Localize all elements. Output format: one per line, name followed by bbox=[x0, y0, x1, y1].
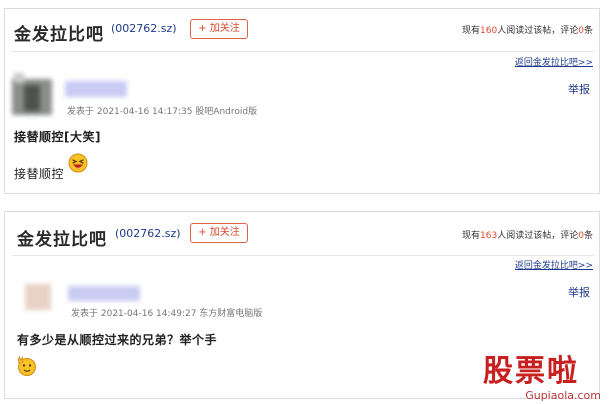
post-card: 金发拉比吧 (002762.sz) + 加关注 现有160人阅读过该帖，评论0条… bbox=[4, 8, 600, 194]
forum-title[interactable]: 金发拉比吧 bbox=[17, 225, 107, 250]
divider bbox=[12, 51, 594, 52]
post-header: 金发拉比吧 (002762.sz) + 加关注 现有163人阅读过该帖，评论0条 bbox=[5, 212, 599, 254]
watermark-text: 股票啦 bbox=[483, 354, 579, 389]
follow-button[interactable]: + 加关注 bbox=[190, 19, 248, 39]
reader-count: 160 bbox=[480, 26, 498, 36]
laughing-emoji-icon bbox=[68, 153, 88, 173]
post-title: 接替顺控[大笑] bbox=[14, 130, 101, 144]
watermark-logo: 股票啦 Gupiaola.com bbox=[483, 346, 601, 402]
reader-count-text: 现有160人阅读过该帖，评论0条 bbox=[462, 26, 593, 36]
post-title: 有多少是从顺控过来的兄弟？举个手 bbox=[17, 333, 218, 347]
back-to-forum-link[interactable]: 返回金发拉比吧>> bbox=[515, 258, 593, 271]
reader-count-text: 现有163人阅读过该帖，评论0条 bbox=[462, 231, 593, 241]
forum-title[interactable]: 金发拉比吧 bbox=[14, 20, 104, 45]
stock-code[interactable]: (002762.sz) bbox=[115, 227, 181, 240]
username-blurred[interactable] bbox=[68, 286, 140, 301]
post-meta: 发表于 2021-04-16 14:49:27 东方财富电脑版 bbox=[71, 309, 263, 319]
reader-count: 163 bbox=[480, 231, 498, 241]
avatar[interactable] bbox=[23, 282, 53, 312]
watermark-url: Gupiaola.com bbox=[525, 389, 601, 402]
username-blurred[interactable] bbox=[65, 81, 127, 97]
report-link[interactable]: 举报 bbox=[568, 81, 590, 97]
post-header: 金发拉比吧 (002762.sz) + 加关注 现有160人阅读过该帖，评论0条 bbox=[5, 9, 599, 51]
post-body: 接替顺控 bbox=[14, 167, 65, 181]
raise-hand-emoji-icon bbox=[17, 355, 36, 376]
follow-button[interactable]: + 加关注 bbox=[190, 223, 248, 243]
avatar[interactable] bbox=[10, 73, 54, 117]
report-link[interactable]: 举报 bbox=[568, 284, 590, 300]
post-meta: 发表于 2021-04-16 14:17:35 股吧Android版 bbox=[67, 107, 258, 117]
stock-code[interactable]: (002762.sz) bbox=[111, 22, 177, 35]
divider bbox=[12, 255, 594, 256]
back-to-forum-link[interactable]: 返回金发拉比吧>> bbox=[515, 55, 593, 68]
